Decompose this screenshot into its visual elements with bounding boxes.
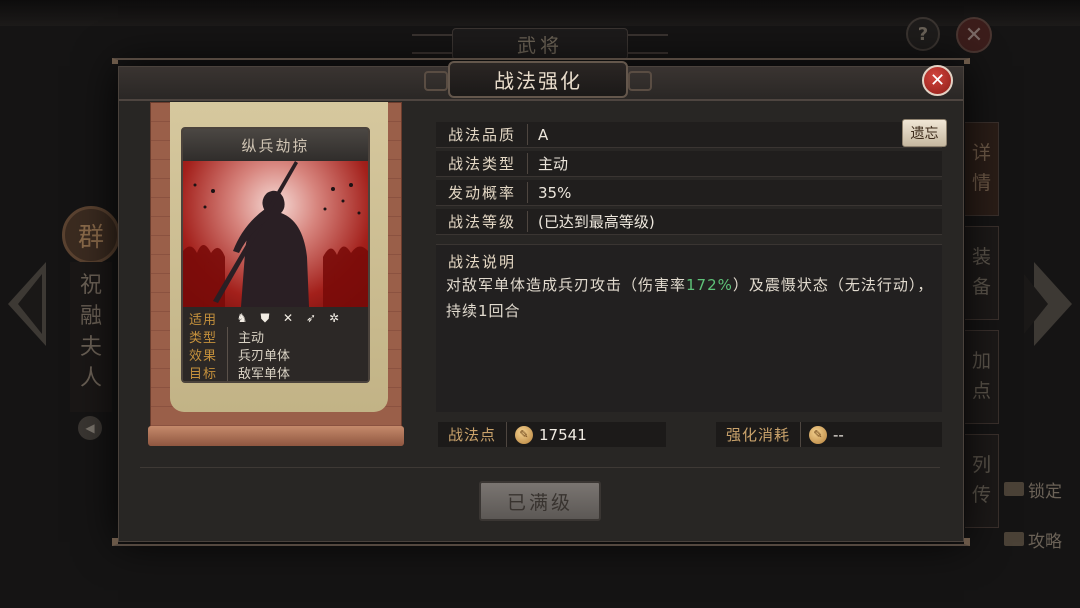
upgrade-cost-value: --: [833, 425, 844, 444]
footer-divider: [140, 467, 940, 468]
title-ornament-right: [628, 34, 668, 54]
effect-value: 兵刃单体: [227, 344, 290, 364]
damage-rate-highlight: 172%: [686, 276, 733, 294]
target-value: 敌军单体: [227, 362, 290, 381]
skill-card-stats: 适用 ♞ ⛊ ✕ ➶ ✲ 类型 主动 效果 兵刃单体 目标 敌军单体: [183, 307, 368, 381]
title-ornament-left: [412, 34, 452, 54]
spear-icon: ➶: [305, 311, 317, 325]
shield-icon: ⛊: [260, 311, 270, 325]
tab-add-points[interactable]: 加点: [965, 330, 999, 424]
dialog-title: 战法强化: [424, 61, 652, 98]
guide-label: 攻略: [1028, 531, 1062, 552]
skill-type-label: 战法类型: [436, 153, 528, 174]
faction-emblem: 群: [62, 206, 120, 264]
effect-label: 效果: [189, 348, 218, 364]
background-close-button[interactable]: ✕: [956, 17, 992, 53]
tab-equipment[interactable]: 装备: [965, 226, 999, 320]
skill-points-value: 17541: [539, 425, 587, 444]
trigger-rate-label: 发动概率: [436, 182, 528, 203]
skill-level-value: (已达到最高等级): [538, 213, 655, 231]
trigger-rate-value: 35%: [538, 183, 572, 202]
quality-label: 战法品质: [436, 124, 528, 145]
previous-hero-arrow-icon[interactable]: [8, 262, 46, 346]
target-label: 目标: [189, 366, 218, 382]
skill-type-value: 主动: [538, 155, 569, 173]
close-button[interactable]: ✕: [922, 65, 953, 96]
lock-link[interactable]: 锁定: [1004, 477, 1080, 502]
skill-card: 纵兵劫掠 适用 ♞ ⛊ ✕ ➶ ✲ 类型 主动 效果 兵刃单体 目标 敌军单体: [181, 127, 370, 383]
tab-biography[interactable]: 列传: [965, 434, 999, 528]
forget-button[interactable]: 遗忘: [902, 119, 947, 147]
skill-points-row: 战法点 ✎ 17541: [438, 422, 666, 447]
type-label: 类型: [189, 330, 218, 346]
quality-row: 战法品质 A: [436, 122, 942, 148]
warrior-silhouette-icon: [183, 161, 368, 307]
scroll-rod: [148, 426, 404, 446]
guide-link[interactable]: 攻略: [1004, 527, 1080, 552]
dialog-frame-bottom: [112, 538, 970, 546]
cavalry-icon: ♞: [236, 311, 248, 325]
lock-icon: [1004, 482, 1024, 496]
skill-level-label: 战法等级: [436, 211, 528, 232]
applicable-label: 适用: [189, 312, 218, 328]
description-text: 对敌军单体造成兵刃攻击（伤害率172%）及震慑状态（无法行动），持续1回合: [446, 272, 938, 324]
type-value: 主动: [227, 326, 264, 346]
quality-value: A: [538, 125, 549, 144]
skill-point-coin-icon: ✎: [515, 425, 534, 444]
skill-name: 纵兵劫掠: [183, 129, 368, 161]
upgrade-cost-label: 强化消耗: [716, 422, 802, 447]
background-window-title: 武将: [452, 28, 628, 60]
tab-details[interactable]: 详情: [965, 122, 999, 216]
trigger-rate-row: 发动概率 35%: [436, 180, 942, 206]
cost-coin-icon: ✎: [809, 425, 828, 444]
wheel-icon: ✲: [328, 311, 340, 325]
hero-name: 祝融夫人: [70, 262, 112, 412]
skill-level-row: 战法等级 (已达到最高等级): [436, 209, 942, 235]
description-title: 战法说明: [448, 253, 517, 271]
skill-artwork: [183, 161, 368, 307]
scroll-icon: [1004, 532, 1024, 546]
next-hero-arrow-icon[interactable]: [1024, 262, 1072, 346]
bow-icon: ✕: [282, 311, 294, 325]
help-button[interactable]: ?: [906, 17, 940, 51]
voice-speaker-icon[interactable]: ◀: [78, 416, 102, 440]
description-part-1: 对敌军单体造成兵刃攻击（伤害率: [446, 276, 687, 294]
max-level-button[interactable]: 已满级: [479, 481, 601, 521]
applicable-troops: ♞ ⛊ ✕ ➶ ✲: [227, 311, 341, 325]
lock-label: 锁定: [1028, 481, 1062, 502]
skill-points-label: 战法点: [438, 422, 508, 447]
upgrade-cost-row: 强化消耗 ✎ --: [716, 422, 942, 447]
skill-type-row: 战法类型 主动: [436, 151, 942, 177]
